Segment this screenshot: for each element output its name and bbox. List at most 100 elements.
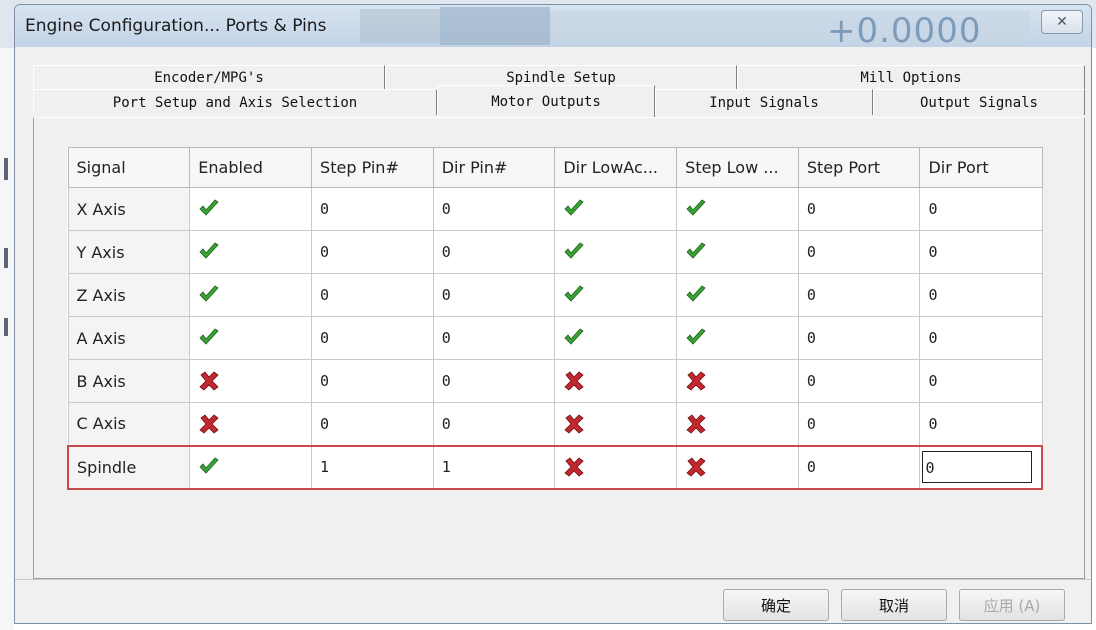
enabled-cell[interactable] [189,359,313,403]
dir-port-cell[interactable]: 0 [919,402,1043,446]
signal-name-cell: X Axis [67,187,191,231]
step-port-cell[interactable]: 0 [797,444,921,490]
step-pin-cell[interactable]: 0 [311,316,434,360]
dir-port-cell[interactable]: 0 [919,444,1044,490]
enabled-cell[interactable] [189,402,313,446]
step-pin-cell[interactable]: 1 [311,444,434,490]
step-pin-cell[interactable]: 0 [311,359,434,403]
grid-header-row: Signal Enabled Step Pin# Dir Pin# Dir LowAc.… [67,147,1043,188]
cancel-button[interactable]: 取消 [841,589,947,621]
step-low-active-cell[interactable] [676,444,799,490]
tab-motor-outputs[interactable]: Motor Outputs [437,85,655,117]
enabled-cell[interactable] [189,273,313,317]
table-row[interactable]: X Axis 0 0 0 0 [67,187,1043,231]
step-pin-cell[interactable]: 0 [311,402,434,446]
tab-label: Spindle Setup [506,69,616,86]
close-icon: ✕ [1056,14,1068,30]
dir-pin-cell[interactable]: 0 [432,359,556,403]
dir-low-active-cell[interactable] [554,444,678,490]
dir-low-active-cell[interactable] [554,187,678,231]
column-header[interactable]: Step Pin# [311,147,434,188]
window-title: Engine Configuration... Ports & Pins [25,16,327,36]
step-low-active-cell[interactable] [676,187,799,231]
engine-config-dialog: +0.0000 Engine Configuration... Ports & … [14,4,1092,624]
background-blur [360,9,440,43]
step-port-cell[interactable]: 0 [797,402,921,446]
step-low-active-cell[interactable] [676,273,799,317]
signal-name-cell: B Axis [67,359,191,403]
background-blur [440,7,550,45]
step-port-cell[interactable]: 0 [797,273,921,317]
background-dro-readout: +0.0000 [827,11,982,47]
enabled-cell[interactable] [189,316,313,360]
tab-input-signals[interactable]: Input Signals [655,89,873,115]
table-row[interactable]: A Axis 0 0 0 0 [67,316,1043,360]
dir-low-active-cell[interactable] [554,359,678,403]
dir-pin-cell[interactable]: 1 [432,444,556,490]
dir-pin-cell[interactable]: 0 [432,273,556,317]
column-header[interactable]: Step Port [797,147,921,188]
step-pin-cell[interactable]: 0 [311,187,434,231]
green-check-icon [198,456,220,478]
step-port-cell[interactable]: 0 [797,316,921,360]
red-x-icon [563,413,585,435]
close-button[interactable]: ✕ [1041,10,1083,34]
step-low-active-cell[interactable] [676,230,799,274]
tab-label: Motor Outputs [491,93,601,110]
ok-button-label: 确定 [760,596,791,615]
dir-port-cell[interactable]: 0 [919,273,1043,317]
column-header[interactable]: Dir Port [919,147,1043,188]
table-row[interactable]: Z Axis 0 0 0 0 [67,273,1043,317]
green-check-icon [198,241,220,263]
signal-name-cell: Y Axis [67,230,191,274]
enabled-cell[interactable] [189,230,313,274]
column-header[interactable]: Dir LowAc... [554,147,678,188]
dir-low-active-cell[interactable] [554,273,678,317]
dir-port-cell[interactable]: 0 [919,316,1043,360]
background-left-edge [0,48,14,630]
dir-low-active-cell[interactable] [554,230,678,274]
tab-encoder-mpgs[interactable]: Encoder/MPG's [33,65,385,89]
tab-strip: Encoder/MPG's Spindle Setup Mill Options… [33,65,1085,117]
tab-label: Encoder/MPG's [154,69,264,86]
dialog-client-area: Encoder/MPG's Spindle Setup Mill Options… [15,47,1091,623]
step-low-active-cell[interactable] [676,359,799,403]
table-row[interactable]: B Axis 0 0 0 0 [67,359,1043,403]
step-port-cell[interactable]: 0 [797,359,921,403]
dir-pin-cell[interactable]: 0 [432,402,556,446]
tab-port-setup[interactable]: Port Setup and Axis Selection [33,89,437,115]
tab-output-signals[interactable]: Output Signals [873,89,1085,115]
column-header[interactable]: Step Low ... [676,147,799,188]
table-row[interactable]: Y Axis 0 0 0 0 [67,230,1043,274]
green-check-icon [685,241,707,263]
tab-mill-options[interactable]: Mill Options [737,65,1085,89]
step-port-cell[interactable]: 0 [797,187,921,231]
apply-button[interactable]: 应用 (A) [959,589,1065,621]
title-bar[interactable]: +0.0000 Engine Configuration... Ports & … [15,5,1091,47]
dir-pin-cell[interactable]: 0 [432,187,556,231]
step-pin-cell[interactable]: 0 [311,273,434,317]
step-low-active-cell[interactable] [676,316,799,360]
green-check-icon [685,198,707,220]
dir-port-edit-field[interactable]: 0 [922,451,1033,483]
ok-button[interactable]: 确定 [723,589,829,621]
dir-port-cell[interactable]: 0 [919,230,1043,274]
signal-name-cell: C Axis [67,402,191,446]
column-header[interactable]: Enabled [189,147,313,188]
column-header[interactable]: Dir Pin# [432,147,556,188]
step-pin-cell[interactable]: 0 [311,230,434,274]
dir-pin-cell[interactable]: 0 [432,316,556,360]
dir-pin-cell[interactable]: 0 [432,230,556,274]
table-row[interactable]: Spindle 1 1 0 0 [67,444,1044,490]
dir-port-cell[interactable]: 0 [919,187,1043,231]
red-x-icon [685,456,707,478]
step-port-cell[interactable]: 0 [797,230,921,274]
step-low-active-cell[interactable] [676,402,799,446]
table-row[interactable]: C Axis 0 0 0 0 [67,402,1043,446]
column-header[interactable]: Signal [67,147,191,188]
dir-port-cell[interactable]: 0 [919,359,1043,403]
dir-low-active-cell[interactable] [554,316,678,360]
enabled-cell[interactable] [189,187,313,231]
dir-low-active-cell[interactable] [554,402,678,446]
enabled-cell[interactable] [189,444,313,490]
